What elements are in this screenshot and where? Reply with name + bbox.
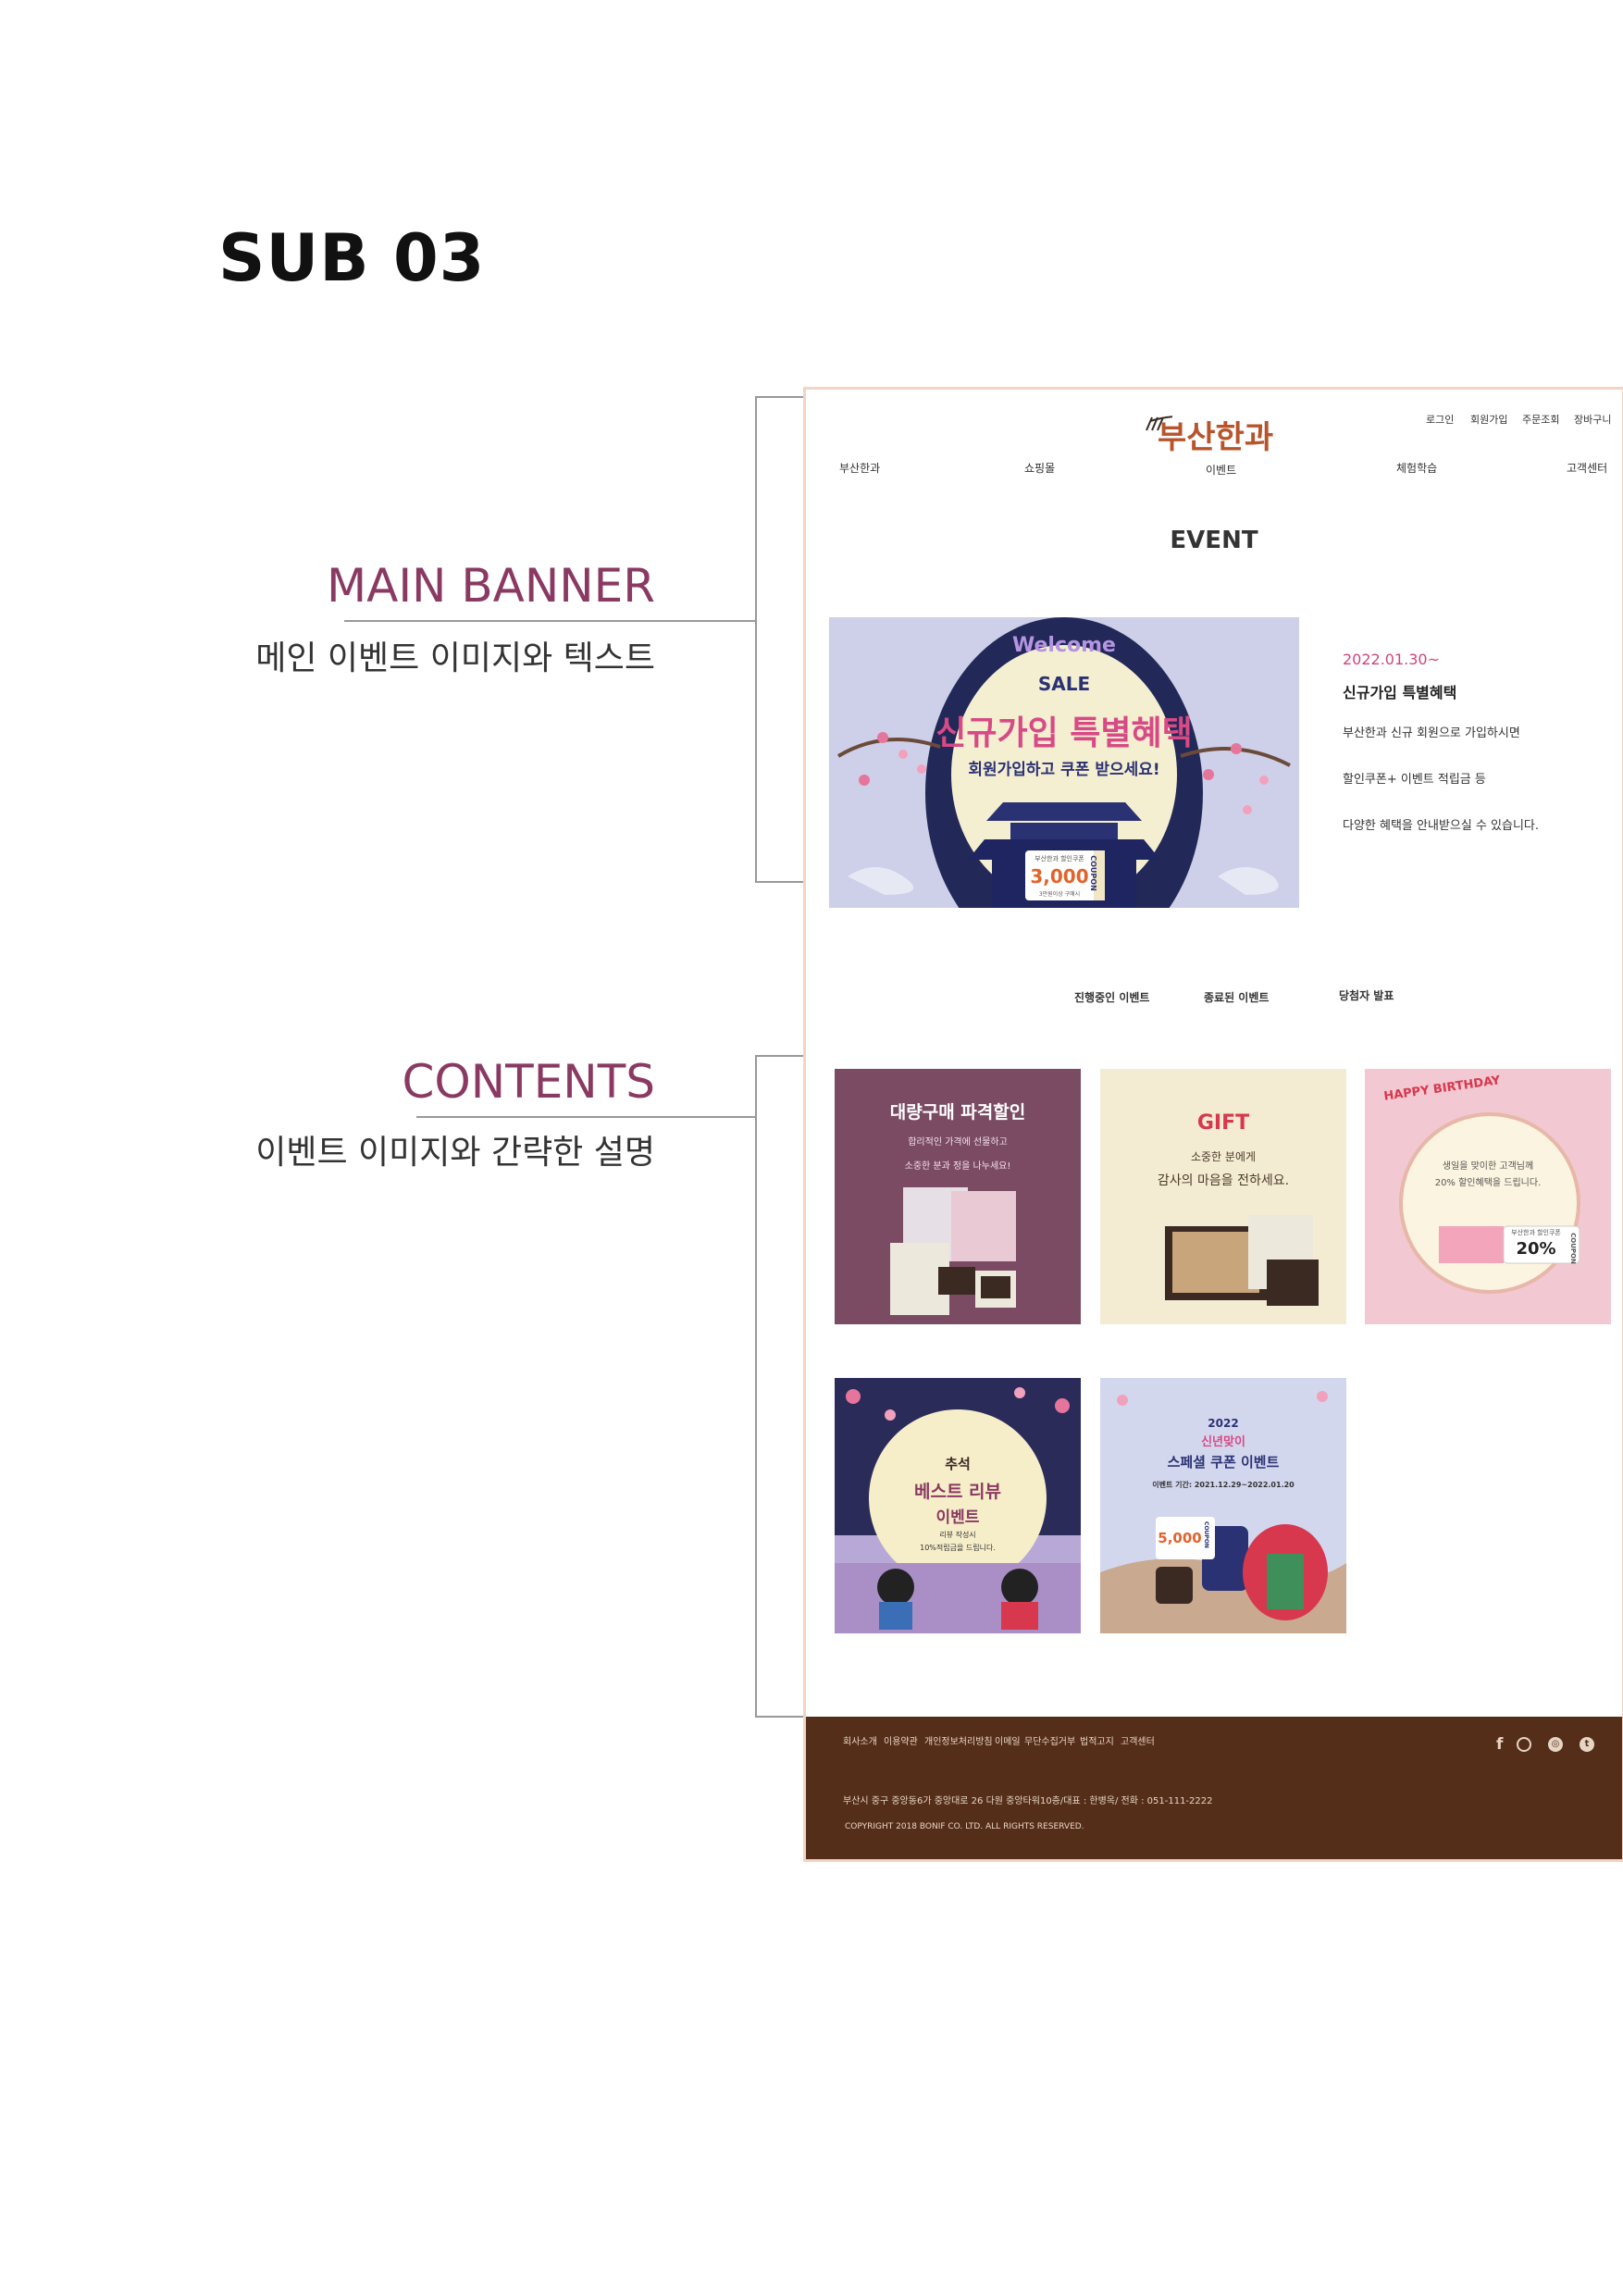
tab-winners[interactable]: 당첨자 발표 — [1339, 987, 1394, 1003]
banner-info-line: 부산한과 신규 회원으로 가입하시면 — [1343, 726, 1520, 740]
main-nav-busan[interactable]: 부산한과 — [839, 460, 880, 476]
card-coupon-amount: 20% — [1516, 1239, 1556, 1259]
card-sub: 20% 할인혜택을 드립니다. — [1434, 1178, 1542, 1188]
annotation-main-banner-title: MAIN BANNER — [326, 559, 655, 613]
event-card-birthday[interactable]: HAPPY BIRTHDAY 생일을 맞이한 고객님께 20% 할인혜택을 드립… — [1365, 1069, 1611, 1324]
main-nav-experience[interactable]: 체험학습 — [1396, 460, 1437, 476]
card-period: 이벤트 기간: 2021.12.29~2022.01.20 — [1152, 1481, 1295, 1489]
event-card-new-year-coupon[interactable]: 2022 신년맞이 스페셜 쿠폰 이벤트 이벤트 기간: 2021.12.29~… — [1100, 1378, 1346, 1633]
banner-welcome: Welcome — [1012, 634, 1116, 657]
util-nav-login[interactable]: 로그인 — [1426, 412, 1454, 427]
tab-ongoing-events[interactable]: 진행중인 이벤트 — [1074, 989, 1149, 1005]
site-logo[interactable]: 부산한과 — [1158, 412, 1273, 457]
footer-link-about[interactable]: 회사소개 — [843, 1733, 877, 1747]
event-heading: EVENT — [1170, 527, 1258, 554]
annotation-contents-title: CONTENTS — [402, 1055, 656, 1109]
card-sub: 소중한 분과 정을 나누세요! — [904, 1161, 1011, 1172]
card-year: 2022 — [1208, 1417, 1239, 1430]
gift-box-illustration — [1165, 1215, 1319, 1306]
event-card-chuseok-review[interactable]: 추석 베스트 리뷰 이벤트 리뷰 작성시 10%적립금을 드립니다. — [835, 1378, 1081, 1633]
website-mockup: 부산한과 로그인 회원가입 주문조회 장바구니 부산한과 쇼핑몰 이벤트 체험학… — [803, 387, 1623, 1862]
banner-coupon-note: 3만원이상 구매시 — [1038, 891, 1081, 898]
annotation-bracket — [755, 1055, 803, 1718]
footer-address: 부산시 중구 중앙동6가 중앙대로 26 다원 중앙타워10층/대표 : 한병옥… — [843, 1796, 1213, 1806]
event-card-bulk-discount[interactable]: 대량구매 파격할인 합리적인 가격에 선물하고 소중한 분과 정을 나누세요! — [835, 1069, 1081, 1324]
annotation-underline — [344, 620, 755, 622]
footer-link-privacy[interactable]: 개인정보처리방침 — [924, 1733, 993, 1747]
page-title: SUB 03 — [218, 220, 486, 296]
card-coupon-amount: 5,000 — [1158, 1530, 1202, 1546]
annotation-bracket — [755, 396, 803, 883]
card-coupon-side: COUPON — [1202, 1521, 1209, 1548]
card-sub: 소중한 분에게 — [1190, 1150, 1257, 1163]
footer-copyright: COPYRIGHT 2018 BONIF CO. LTD. ALL RIGHTS… — [845, 1822, 1084, 1831]
instagram-outline-icon[interactable] — [1517, 1737, 1531, 1752]
main-nav-support[interactable]: 고객센터 — [1567, 460, 1607, 476]
tab-ended-events[interactable]: 종료된 이벤트 — [1204, 989, 1269, 1005]
card-title: HAPPY BIRTHDAY — [1382, 1074, 1502, 1104]
card-coupon-side: COUPON — [1568, 1233, 1577, 1264]
banner-headline: 신규가입 특별혜택 — [935, 714, 1193, 752]
card-sub: 생일을 맞이한 고객님께 — [1442, 1161, 1534, 1172]
card-coupon-label: 부산한과 할인쿠폰 — [1511, 1229, 1561, 1236]
footer-link-legal[interactable]: 법적고지 — [1080, 1733, 1114, 1747]
main-event-banner[interactable]: Welcome SALE 신규가입 특별혜택 회원가입하고 쿠폰 받으세요! 부… — [829, 617, 1299, 908]
main-nav-event[interactable]: 이벤트 — [1206, 462, 1236, 478]
site-footer: 회사소개 이용약관 개인정보처리방침 이메일 무단수집거부 법적고지 고객센터 … — [806, 1717, 1622, 1859]
banner-coupon-side: COUPON — [1088, 855, 1097, 891]
banner-info-line: 다양한 혜택을 안내받으실 수 있습니다. — [1343, 819, 1540, 833]
card-sub: 감사의 마음을 전하세요. — [1157, 1173, 1290, 1188]
card-title: 베스트 리뷰 — [913, 1482, 1001, 1502]
util-nav-signup[interactable]: 회원가입 — [1470, 412, 1507, 427]
gift-box-illustration — [890, 1187, 1016, 1315]
banner-sale: SALE — [1037, 673, 1091, 695]
annotation-underline — [416, 1116, 755, 1118]
card-title: 이벤트 — [935, 1508, 980, 1527]
twitter-icon[interactable]: t — [1580, 1737, 1594, 1752]
card-title: GIFT — [1196, 1111, 1250, 1135]
birthday-cake-illustration — [1399, 1112, 1580, 1294]
card-title: 신년맞이 — [1201, 1435, 1245, 1449]
footer-link-email[interactable]: 이메일 — [995, 1733, 1021, 1747]
banner-coupon-amount: 3,000 — [1030, 865, 1089, 887]
footer-link-terms[interactable]: 이용약관 — [884, 1733, 918, 1747]
facebook-icon[interactable]: f — [1496, 1735, 1503, 1754]
banner-info-line: 할인쿠폰+ 이벤트 적립금 등 — [1343, 773, 1486, 787]
util-nav-order[interactable]: 주문조회 — [1522, 412, 1559, 427]
banner-coupon-label: 부산한과 할인쿠폰 — [1035, 855, 1084, 863]
footer-link-support[interactable]: 고객센터 — [1121, 1733, 1155, 1747]
banner-info-date: 2022.01.30~ — [1343, 651, 1441, 668]
event-card-gift[interactable]: GIFT 소중한 분에게 감사의 마음을 전하세요. — [1100, 1069, 1346, 1324]
card-title: 추석 — [945, 1456, 971, 1472]
banner-sub: 회원가입하고 쿠폰 받으세요! — [968, 761, 1160, 779]
card-sub: 합리적인 가격에 선물하고 — [908, 1137, 1008, 1148]
annotation-contents-desc: 이벤트 이미지와 간략한 설명 — [255, 1134, 655, 1172]
footer-link-no-collect[interactable]: 무단수집거부 — [1024, 1733, 1075, 1747]
annotation-main-banner-desc: 메인 이벤트 이미지와 텍스트 — [255, 639, 655, 677]
main-nav-shop[interactable]: 쇼핑몰 — [1024, 460, 1055, 476]
instagram-icon[interactable]: ◎ — [1548, 1737, 1563, 1752]
card-sub: 10%적립금을 드립니다. — [920, 1544, 996, 1552]
card-title: 대량구매 파격할인 — [889, 1102, 1026, 1123]
banner-info-title: 신규가입 특별혜택 — [1343, 684, 1457, 701]
util-nav-cart[interactable]: 장바구니 — [1574, 412, 1611, 427]
card-title: 스페셜 쿠폰 이벤트 — [1167, 1454, 1280, 1471]
card-sub: 리뷰 작성시 — [939, 1531, 976, 1539]
